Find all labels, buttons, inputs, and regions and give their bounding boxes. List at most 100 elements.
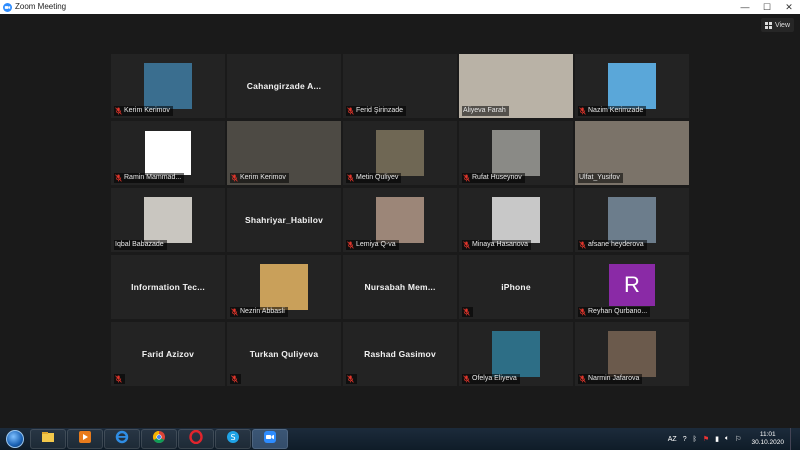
taskbar-app-internet-explorer[interactable] [104, 429, 140, 449]
clock[interactable]: 11:01 30.10.2020 [751, 431, 784, 447]
participant-name: Kerim Kerimov [240, 174, 286, 181]
muted-mic-icon [115, 107, 122, 115]
participant-video [376, 130, 424, 176]
muted-mic-icon [347, 241, 354, 249]
language-indicator[interactable]: AZ [668, 436, 677, 443]
muted-mic-icon [347, 107, 354, 115]
muted-mic-icon [579, 107, 586, 115]
participant-video [145, 131, 191, 175]
participant-tile[interactable]: Ramin Mammad... [111, 121, 225, 185]
participant-label: afsane heyderova [578, 240, 647, 250]
muted-mic-icon [347, 375, 354, 383]
participant-name-center: Nursabah Mem... [364, 282, 436, 292]
participant-name: afsane heyderova [588, 241, 644, 248]
participant-label [462, 307, 473, 317]
participant-tile[interactable]: Minaya Hasanova [459, 188, 573, 252]
taskbar-apps: S [30, 429, 289, 449]
participant-name-center: Turkan Quliyeva [249, 349, 319, 359]
participant-label: Reyhan Qurbano... [578, 307, 651, 317]
action-flag-icon[interactable]: ⚐ [735, 435, 741, 443]
participant-tile[interactable]: Kerim Kerimov [227, 121, 341, 185]
taskbar-app-explorer[interactable] [30, 429, 66, 449]
clock-time: 11:01 [759, 431, 776, 438]
participant-label [230, 374, 241, 384]
start-button[interactable] [0, 428, 30, 450]
participant-name: Nazim Kerimzade [588, 107, 644, 114]
view-button[interactable]: View [760, 18, 794, 32]
participant-name: Aliyeva Farah [463, 107, 506, 114]
participant-tile[interactable]: Lemiya Q-va [343, 188, 457, 252]
participant-name-center: Shahriyar_Habilov [244, 215, 324, 225]
participant-label: Aliyeva Farah [462, 106, 509, 116]
participant-label: Nazim Kerimzade [578, 106, 647, 116]
participant-tile[interactable]: afsane heyderova [575, 188, 689, 252]
participant-tile[interactable]: Kerim Kerimov [111, 54, 225, 118]
participant-tile[interactable]: Iqbal Babazade [111, 188, 225, 252]
participant-tile[interactable]: Rufat Huseynov [459, 121, 573, 185]
participant-tile[interactable]: Nursabah Mem... [343, 255, 457, 319]
volume-icon[interactable]: 🔈︎ [725, 435, 729, 443]
bluetooth-icon[interactable]: ᛒ [693, 436, 697, 443]
zoom-app-icon [2, 2, 12, 12]
participant-video [260, 264, 308, 310]
participant-video [492, 197, 540, 243]
participant-name-center: Farid Azizov [141, 349, 195, 359]
participant-label: Ofelya Eliyeva [462, 374, 520, 384]
participant-name: Kerim Kerimov [124, 107, 170, 114]
participant-tile[interactable]: Ferid Şirinzade [343, 54, 457, 118]
participant-avatar: R [609, 264, 655, 306]
participant-name: Lemiya Q-va [356, 241, 396, 248]
participant-name: Ulfat_Yusifov [579, 174, 620, 181]
taskbar-app-skype[interactable]: S [215, 429, 251, 449]
participant-tile[interactable]: Rashad Gasimov [343, 322, 457, 386]
muted-mic-icon [231, 375, 238, 383]
participant-tile[interactable]: Turkan Quliyeva [227, 322, 341, 386]
flag-icon[interactable]: ⚑ [703, 435, 709, 443]
participant-video [376, 197, 424, 243]
participant-name: Nezrin Abbasli [240, 308, 285, 315]
participant-tile[interactable]: Nezrin Abbasli [227, 255, 341, 319]
maximize-button[interactable]: ☐ [756, 0, 778, 14]
muted-mic-icon [347, 174, 354, 182]
participant-label: Ramin Mammad... [114, 173, 185, 183]
participant-label: Lemiya Q-va [346, 240, 399, 250]
participant-label: Ferid Şirinzade [346, 106, 407, 116]
participant-tile[interactable]: iPhone [459, 255, 573, 319]
help-icon[interactable]: ? [683, 436, 687, 443]
muted-mic-icon [231, 174, 238, 182]
participant-name-center: iPhone [501, 282, 531, 292]
show-desktop-button[interactable] [790, 428, 796, 450]
gallery-grid-icon [764, 21, 772, 29]
taskbar-app-chrome[interactable] [141, 429, 177, 449]
window-title: Zoom Meeting [15, 2, 67, 11]
participant-name: Rufat Huseynov [472, 174, 522, 181]
participant-tile[interactable]: Metin Quliyev [343, 121, 457, 185]
participant-tile[interactable]: Nazim Kerimzade [575, 54, 689, 118]
participant-tile[interactable]: Ofelya Eliyeva [459, 322, 573, 386]
taskbar-app-opera[interactable] [178, 429, 214, 449]
participant-tile[interactable]: R Reyhan Qurbano... [575, 255, 689, 319]
participant-tile[interactable]: Shahriyar_Habilov [227, 188, 341, 252]
participant-tile[interactable]: Narmin Jafarova [575, 322, 689, 386]
taskbar-app-media-player[interactable] [67, 429, 103, 449]
minimize-button[interactable]: — [734, 0, 756, 14]
taskbar-app-zoom[interactable] [252, 429, 288, 449]
meeting-area: View Kerim Kerimov Cahangirzade A... Ferid… [0, 14, 800, 428]
participant-label: Kerim Kerimov [114, 106, 173, 116]
view-label: View [774, 21, 790, 29]
participant-tile[interactable]: Information Tec... [111, 255, 225, 319]
muted-mic-icon [579, 241, 586, 249]
participant-name-center: Rashad Gasimov [364, 349, 436, 359]
clock-date: 30.10.2020 [751, 439, 784, 446]
participant-name: Reyhan Qurbano... [588, 308, 648, 315]
participant-tile[interactable]: Cahangirzade A... [227, 54, 341, 118]
close-button[interactable]: ✕ [778, 0, 800, 14]
participant-tile[interactable]: Ulfat_Yusifov [575, 121, 689, 185]
network-icon[interactable]: ▮ [715, 435, 719, 443]
participant-label: Iqbal Babazade [114, 240, 167, 250]
zoom-icon [263, 430, 277, 449]
muted-mic-icon [231, 308, 238, 316]
participant-video [492, 130, 540, 176]
participant-tile[interactable]: Farid Azizov [111, 322, 225, 386]
participant-tile[interactable]: Aliyeva Farah [459, 54, 573, 118]
